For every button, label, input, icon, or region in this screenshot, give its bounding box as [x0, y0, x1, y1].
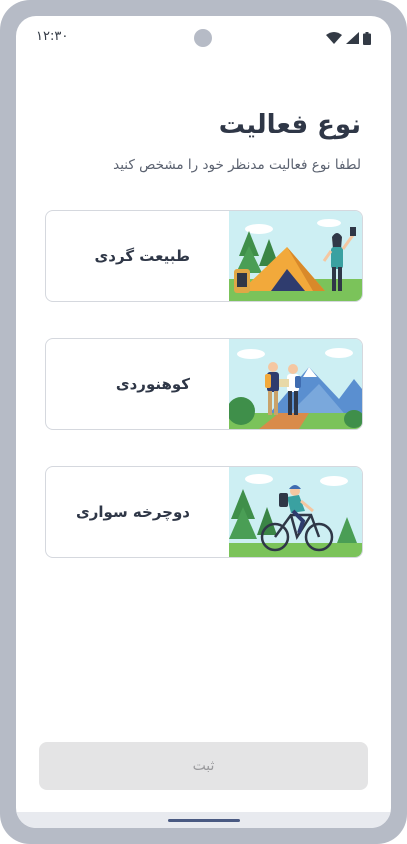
- page-subtitle: لطفا نوع فعالیت مدنظر خود را مشخص کنید: [113, 157, 361, 173]
- home-indicator[interactable]: [168, 819, 240, 822]
- submit-button[interactable]: ثبت: [39, 742, 368, 790]
- activity-card-hiking[interactable]: کوهنوردی: [45, 338, 363, 430]
- activity-label: دوچرخه سواری: [76, 503, 190, 521]
- front-camera: [194, 29, 212, 47]
- phone-screen: ۱۲:۳۰ نوع فعالیت لطفا نوع فعالیت مدنظر خ…: [16, 16, 391, 828]
- page-title: نوع فعالیت: [218, 110, 361, 140]
- status-time: ۱۲:۳۰: [36, 29, 69, 44]
- signal-icon: [346, 32, 359, 44]
- activity-label: کوهنوردی: [115, 375, 190, 393]
- cycling-illustration: [229, 467, 362, 557]
- device-frame: ۱۲:۳۰ نوع فعالیت لطفا نوع فعالیت مدنظر خ…: [0, 0, 407, 844]
- battery-icon: [363, 31, 371, 45]
- activity-card-nature[interactable]: طبیعت گردی: [45, 210, 363, 302]
- camping-illustration: [229, 211, 362, 301]
- hiking-illustration: [229, 339, 362, 429]
- status-bar: ۱۲:۳۰: [16, 16, 391, 60]
- activity-card-cycling[interactable]: دوچرخه سواری: [45, 466, 363, 558]
- wifi-icon: [326, 32, 342, 44]
- status-icons: [326, 31, 371, 45]
- activity-label: طبیعت گردی: [94, 247, 190, 265]
